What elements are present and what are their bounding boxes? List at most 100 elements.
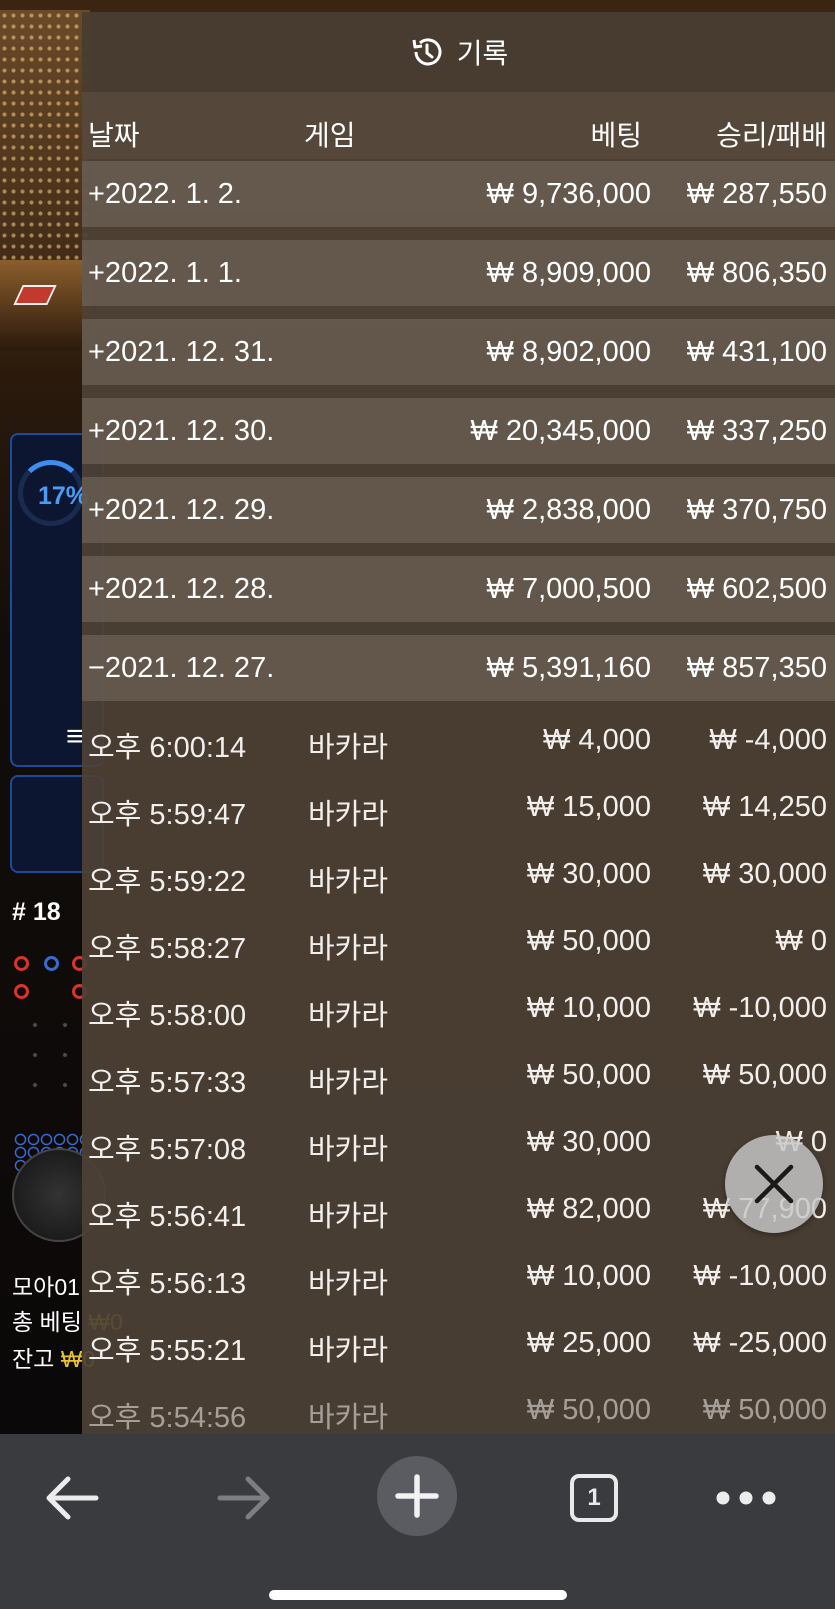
forward-button[interactable] bbox=[210, 1464, 278, 1532]
entry-bet: ₩ 30,000 bbox=[526, 1126, 651, 1158]
day-summary-row[interactable]: +2022. 1. 1. ₩ 8,909,000 ₩ 806,350 bbox=[82, 240, 835, 306]
entry-time: 오후 6:00:14 bbox=[88, 732, 247, 764]
entry-game: 바카라 bbox=[308, 1134, 389, 1166]
bet-entry-list: 오후 6:00:14 바카라 ₩ 4,000 ₩ -4,000 오후 5:59:… bbox=[82, 706, 835, 1434]
history-panel: 기록 날짜 게임 베팅 승리/패배 +2022. 1. 2. ₩ 9,736,0… bbox=[82, 12, 835, 1434]
bead-red bbox=[14, 984, 29, 999]
entry-bet: ₩ 50,000 bbox=[526, 1394, 651, 1426]
day-win-loss: ₩ 857,350 bbox=[686, 652, 827, 684]
entry-bet: ₩ 50,000 bbox=[526, 1059, 651, 1091]
day-summary-list: +2022. 1. 2. ₩ 9,736,000 ₩ 287,550 +2022… bbox=[82, 161, 835, 701]
progress-text: 17% bbox=[38, 482, 89, 510]
home-indicator[interactable] bbox=[269, 1590, 567, 1600]
back-button[interactable] bbox=[38, 1464, 106, 1532]
balance-label: 잔고 bbox=[12, 1346, 55, 1372]
entry-time: 오후 5:55:21 bbox=[88, 1335, 247, 1367]
column-header-game: 게임 bbox=[304, 120, 356, 151]
entry-time: 오후 5:57:08 bbox=[88, 1134, 247, 1166]
bet-entry-row: 오후 5:59:47 바카라 ₩ 15,000 ₩ 14,250 bbox=[82, 773, 835, 840]
entry-win-loss: ₩ 14,250 bbox=[702, 791, 827, 823]
entry-bet: ₩ 4,000 bbox=[543, 724, 651, 756]
day-date: +2021. 12. 28. bbox=[88, 573, 275, 605]
day-summary-row[interactable]: +2022. 1. 2. ₩ 9,736,000 ₩ 287,550 bbox=[82, 161, 835, 227]
close-icon bbox=[754, 1164, 794, 1204]
table-name: 모아01 bbox=[12, 1274, 80, 1300]
entry-time: 오후 5:56:13 bbox=[88, 1268, 247, 1300]
day-bet: ₩ 2,838,000 bbox=[486, 494, 651, 526]
bead-blue bbox=[44, 956, 59, 971]
entry-game: 바카라 bbox=[308, 1201, 389, 1233]
bet-entry-row: 오후 6:00:14 바카라 ₩ 4,000 ₩ -4,000 bbox=[82, 706, 835, 773]
entry-game: 바카라 bbox=[308, 799, 389, 831]
entry-time: 오후 5:59:47 bbox=[88, 799, 247, 831]
tab-count-badge: 1 bbox=[570, 1474, 618, 1522]
day-date: −2021. 12. 27. bbox=[88, 652, 275, 684]
bet-entry-row: 오후 5:54:56 바카라 ₩ 50,000 ₩ 50,000 bbox=[82, 1376, 835, 1434]
day-summary-row[interactable]: +2021. 12. 28. ₩ 7,000,500 ₩ 602,500 bbox=[82, 556, 835, 622]
bet-entry-row: 오후 5:56:13 바카라 ₩ 10,000 ₩ -10,000 bbox=[82, 1242, 835, 1309]
day-summary-row[interactable]: +2021. 12. 29. ₩ 2,838,000 ₩ 370,750 bbox=[82, 477, 835, 543]
day-summary-row[interactable]: +2021. 12. 31. ₩ 8,902,000 ₩ 431,100 bbox=[82, 319, 835, 385]
entry-game: 바카라 bbox=[308, 1402, 389, 1434]
entry-time: 오후 5:56:41 bbox=[88, 1201, 247, 1233]
entry-bet: ₩ 15,000 bbox=[526, 791, 651, 823]
entry-bet: ₩ 25,000 bbox=[526, 1327, 651, 1359]
entry-win-loss: ₩ 30,000 bbox=[702, 858, 827, 890]
bet-entry-row: 오후 5:57:33 바카라 ₩ 50,000 ₩ 50,000 bbox=[82, 1041, 835, 1108]
entry-bet: ₩ 10,000 bbox=[526, 1260, 651, 1292]
entry-game: 바카라 bbox=[308, 1000, 389, 1032]
day-win-loss: ₩ 370,750 bbox=[686, 494, 827, 526]
day-date: +2022. 1. 2. bbox=[88, 178, 242, 210]
day-bet: ₩ 5,391,160 bbox=[486, 652, 651, 684]
entry-win-loss: ₩ 0 bbox=[775, 925, 827, 957]
day-date: +2021. 12. 30. bbox=[88, 415, 275, 447]
total-bet-label: 총 베팅 bbox=[12, 1309, 82, 1335]
new-tab-button[interactable] bbox=[377, 1456, 457, 1536]
card-glyph: ≡ bbox=[66, 720, 84, 753]
column-header-date: 날짜 bbox=[88, 120, 140, 151]
day-win-loss: ₩ 431,100 bbox=[686, 336, 827, 368]
more-menu-button[interactable] bbox=[712, 1464, 780, 1532]
entry-bet: ₩ 82,000 bbox=[526, 1193, 651, 1225]
tab-switcher-button[interactable]: 1 bbox=[560, 1464, 628, 1532]
day-bet: ₩ 9,736,000 bbox=[486, 178, 651, 210]
entry-time: 오후 5:59:22 bbox=[88, 866, 247, 898]
panel-title: 기록 bbox=[456, 38, 509, 69]
entry-bet: ₩ 50,000 bbox=[526, 925, 651, 957]
plus-icon bbox=[395, 1474, 439, 1518]
entry-win-loss: ₩ -25,000 bbox=[693, 1327, 827, 1359]
day-date: +2021. 12. 29. bbox=[88, 494, 275, 526]
column-headers: 날짜 게임 베팅 승리/패배 bbox=[82, 92, 835, 159]
entry-game: 바카라 bbox=[308, 1268, 389, 1300]
day-bet: ₩ 8,909,000 bbox=[486, 257, 651, 289]
day-date: +2022. 1. 1. bbox=[88, 257, 242, 289]
column-header-win-loss: 승리/패배 bbox=[716, 120, 827, 151]
panel-header: 기록 bbox=[82, 12, 835, 92]
entry-game: 바카라 bbox=[308, 1067, 389, 1099]
bet-entry-row: 오후 5:58:00 바카라 ₩ 10,000 ₩ -10,000 bbox=[82, 974, 835, 1041]
table-image bbox=[0, 260, 90, 350]
entry-time: 오후 5:58:27 bbox=[88, 933, 247, 965]
entry-win-loss: ₩ -4,000 bbox=[709, 724, 827, 756]
arrow-left-icon bbox=[46, 1476, 99, 1520]
close-button[interactable] bbox=[725, 1135, 823, 1233]
browser-toolbar: 1 bbox=[0, 1434, 835, 1609]
arrow-right-icon bbox=[217, 1476, 270, 1520]
history-icon bbox=[412, 38, 442, 66]
day-summary-row-expanded[interactable]: −2021. 12. 27. ₩ 5,391,160 ₩ 857,350 bbox=[82, 635, 835, 701]
entry-win-loss: ₩ 50,000 bbox=[702, 1394, 827, 1426]
bet-entry-row: 오후 5:55:21 바카라 ₩ 25,000 ₩ -25,000 bbox=[82, 1309, 835, 1376]
day-date: +2021. 12. 31. bbox=[88, 336, 275, 368]
entry-time: 오후 5:54:56 bbox=[88, 1402, 247, 1434]
bet-entry-row: 오후 5:57:08 바카라 ₩ 30,000 ₩ 0 bbox=[82, 1108, 835, 1175]
day-win-loss: ₩ 337,250 bbox=[686, 415, 827, 447]
entry-time: 오후 5:58:00 bbox=[88, 1000, 247, 1032]
day-summary-row[interactable]: +2021. 12. 30. ₩ 20,345,000 ₩ 337,250 bbox=[82, 398, 835, 464]
entry-bet: ₩ 30,000 bbox=[526, 858, 651, 890]
day-bet: ₩ 7,000,500 bbox=[486, 573, 651, 605]
entry-bet: ₩ 10,000 bbox=[526, 992, 651, 1024]
entry-win-loss: ₩ -10,000 bbox=[693, 1260, 827, 1292]
bet-entry-row: 오후 5:59:22 바카라 ₩ 30,000 ₩ 30,000 bbox=[82, 840, 835, 907]
entry-game: 바카라 bbox=[308, 866, 389, 898]
entry-game: 바카라 bbox=[308, 933, 389, 965]
